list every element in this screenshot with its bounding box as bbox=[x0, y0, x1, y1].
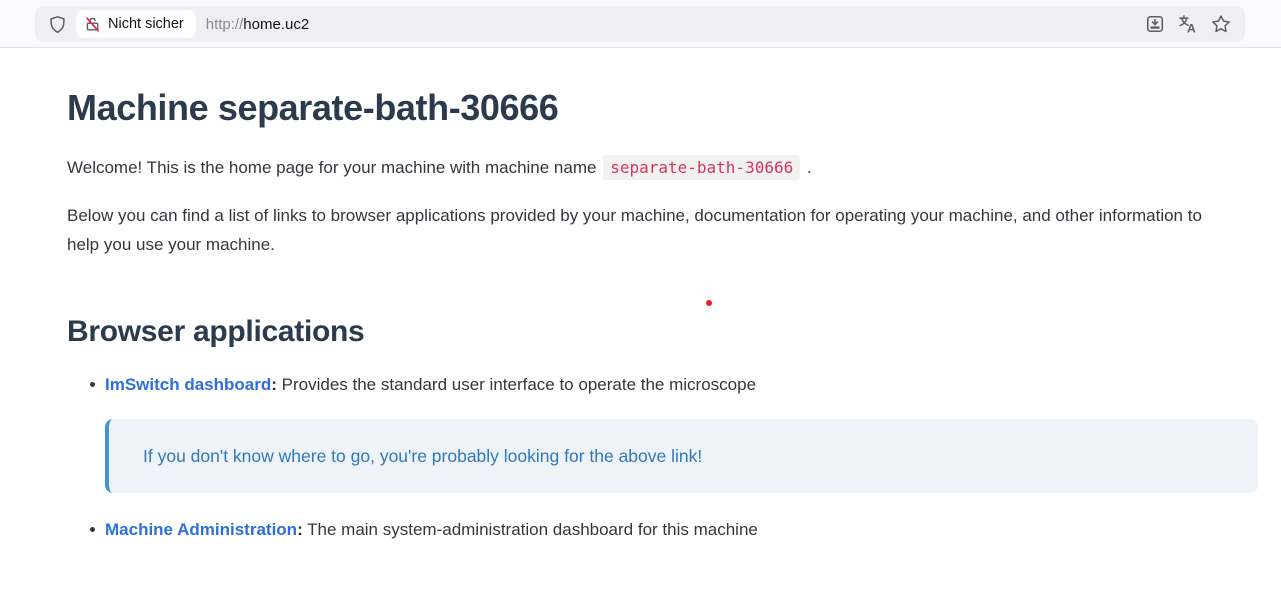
app-list: ImSwitch dashboard: Provides the standar… bbox=[67, 371, 1220, 544]
machine-name-code: separate-bath-30666 bbox=[603, 155, 800, 180]
security-chip-label: Nicht sicher bbox=[108, 16, 184, 32]
browser-toolbar: Nicht sicher http://home.uc2 bbox=[0, 0, 1281, 48]
svg-text:A: A bbox=[1187, 21, 1196, 34]
bookmark-star-button[interactable] bbox=[1207, 10, 1235, 38]
url-bar[interactable]: Nicht sicher http://home.uc2 bbox=[35, 6, 1245, 42]
imswitch-dashboard-link[interactable]: ImSwitch dashboard bbox=[105, 375, 271, 394]
intro-paragraph: Welcome! This is the home page for your … bbox=[67, 153, 1220, 182]
item-description: The main system-administration dashboard… bbox=[303, 520, 758, 539]
cursor-dot bbox=[706, 300, 712, 306]
download-icon bbox=[1145, 14, 1165, 34]
translate-icon: A bbox=[1178, 14, 1198, 34]
translate-button[interactable]: A bbox=[1174, 10, 1202, 38]
description-paragraph: Below you can find a list of links to br… bbox=[67, 201, 1220, 259]
hint-text: If you don't know where to go, you're pr… bbox=[143, 442, 1224, 470]
app-list-item-administration: Machine Administration: The main system-… bbox=[105, 516, 1220, 544]
url-scheme: http:// bbox=[206, 16, 244, 33]
security-chip[interactable]: Nicht sicher bbox=[76, 10, 196, 38]
section-title: Browser applications bbox=[67, 313, 1220, 351]
intro-text-after: . bbox=[807, 158, 812, 177]
page-content: Machine separate-bath-30666 Welcome! Thi… bbox=[0, 48, 1281, 544]
app-list-item-imswitch: ImSwitch dashboard: Provides the standar… bbox=[105, 371, 1220, 493]
machine-administration-link[interactable]: Machine Administration bbox=[105, 520, 297, 539]
url-text[interactable]: http://home.uc2 bbox=[206, 16, 309, 33]
shield-icon bbox=[48, 15, 67, 34]
insecure-lock-icon bbox=[84, 16, 101, 33]
page-title: Machine separate-bath-30666 bbox=[67, 85, 1220, 130]
hint-callout: If you don't know where to go, you're pr… bbox=[105, 419, 1258, 493]
intro-text-before: Welcome! This is the home page for your … bbox=[67, 158, 596, 177]
downloads-button[interactable] bbox=[1141, 10, 1169, 38]
shield-protection-button[interactable] bbox=[43, 10, 71, 38]
star-icon bbox=[1211, 14, 1231, 34]
item-description: Provides the standard user interface to … bbox=[277, 375, 756, 394]
url-host: home.uc2 bbox=[243, 16, 309, 33]
